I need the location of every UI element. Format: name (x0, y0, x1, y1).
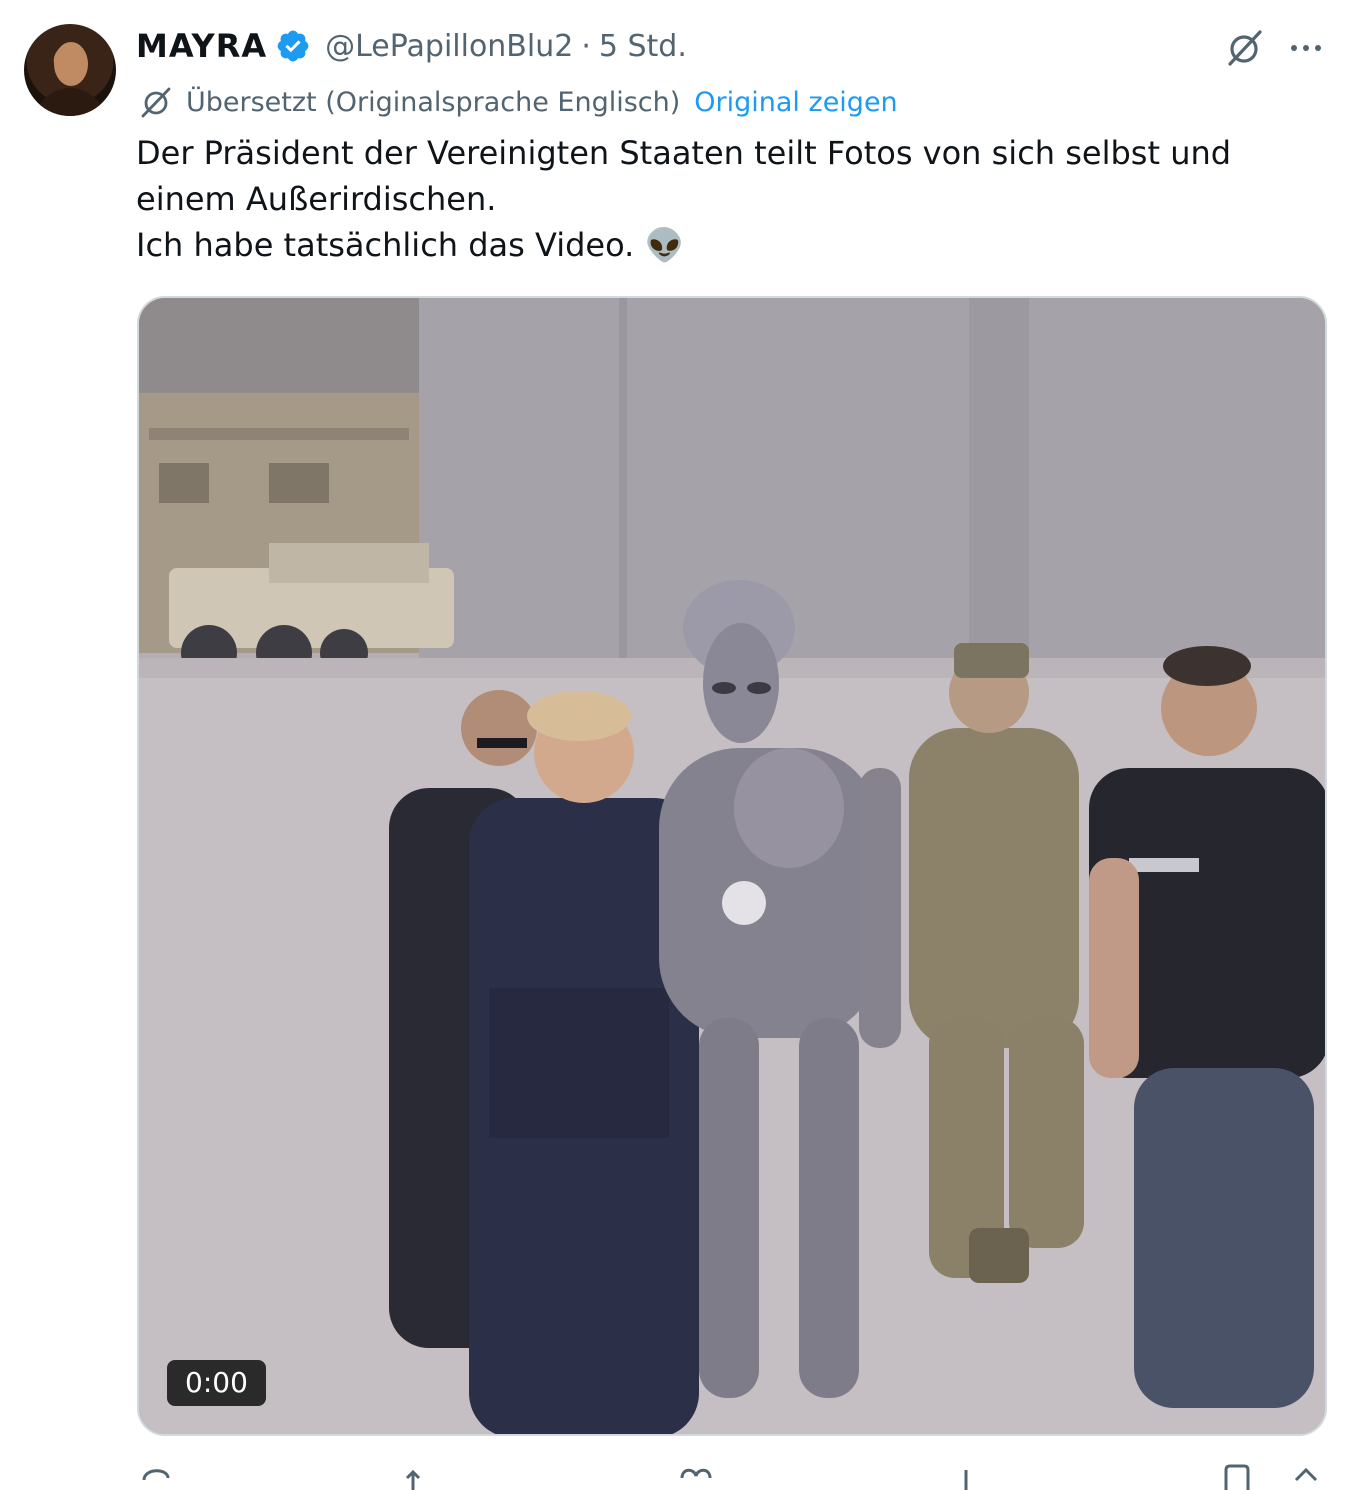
views-button[interactable] (946, 1460, 996, 1490)
tweet-text-line: Der Präsident der Vereinigten Staaten te… (136, 134, 1232, 218)
grok-icon[interactable] (1222, 26, 1266, 70)
video-player[interactable]: 0:00 (137, 296, 1327, 1436)
separator-dot: · (581, 28, 591, 64)
tweet-text-line: Ich habe tatsächlich das Video. 👽 (136, 226, 685, 264)
translate-icon (141, 87, 171, 118)
verified-badge-icon (277, 30, 309, 62)
reply-button[interactable] (136, 1460, 186, 1490)
video-frame (139, 298, 1325, 1434)
tweet-header: MAYRA @LePapillonBlu2 · 5 Std. (136, 22, 687, 70)
more-dot (1315, 45, 1321, 51)
bookmark-button[interactable] (1218, 1460, 1268, 1490)
avatar-face (54, 42, 88, 86)
translation-row: Übersetzt (Originalsprache Englisch) Ori… (138, 82, 898, 122)
like-button[interactable] (676, 1460, 726, 1490)
repost-button[interactable] (401, 1460, 451, 1490)
repost-icon (405, 1469, 421, 1490)
more-dot (1291, 45, 1297, 51)
more-icon[interactable] (1284, 26, 1328, 70)
display-name[interactable]: MAYRA (136, 27, 267, 65)
tweet-text: Der Präsident der Vereinigten Staaten te… (136, 130, 1336, 268)
video-duration: 0:00 (167, 1360, 266, 1406)
handle[interactable]: @LePapillonBlu2 (325, 29, 573, 64)
views-icon (964, 1470, 968, 1490)
avatar[interactable] (24, 24, 116, 116)
bookmark-icon (1224, 1464, 1250, 1490)
timestamp[interactable]: 5 Std. (599, 29, 687, 64)
translation-label: Übersetzt (Originalsprache Englisch) (186, 86, 681, 118)
reply-icon (142, 1469, 170, 1481)
share-button[interactable] (1286, 1460, 1336, 1490)
more-dot (1303, 45, 1309, 51)
show-original-link[interactable]: Original zeigen (694, 87, 897, 118)
action-bar (136, 1460, 1326, 1490)
share-icon (1294, 1467, 1318, 1482)
avatar-shoulders (34, 88, 106, 116)
like-icon (680, 1468, 712, 1479)
